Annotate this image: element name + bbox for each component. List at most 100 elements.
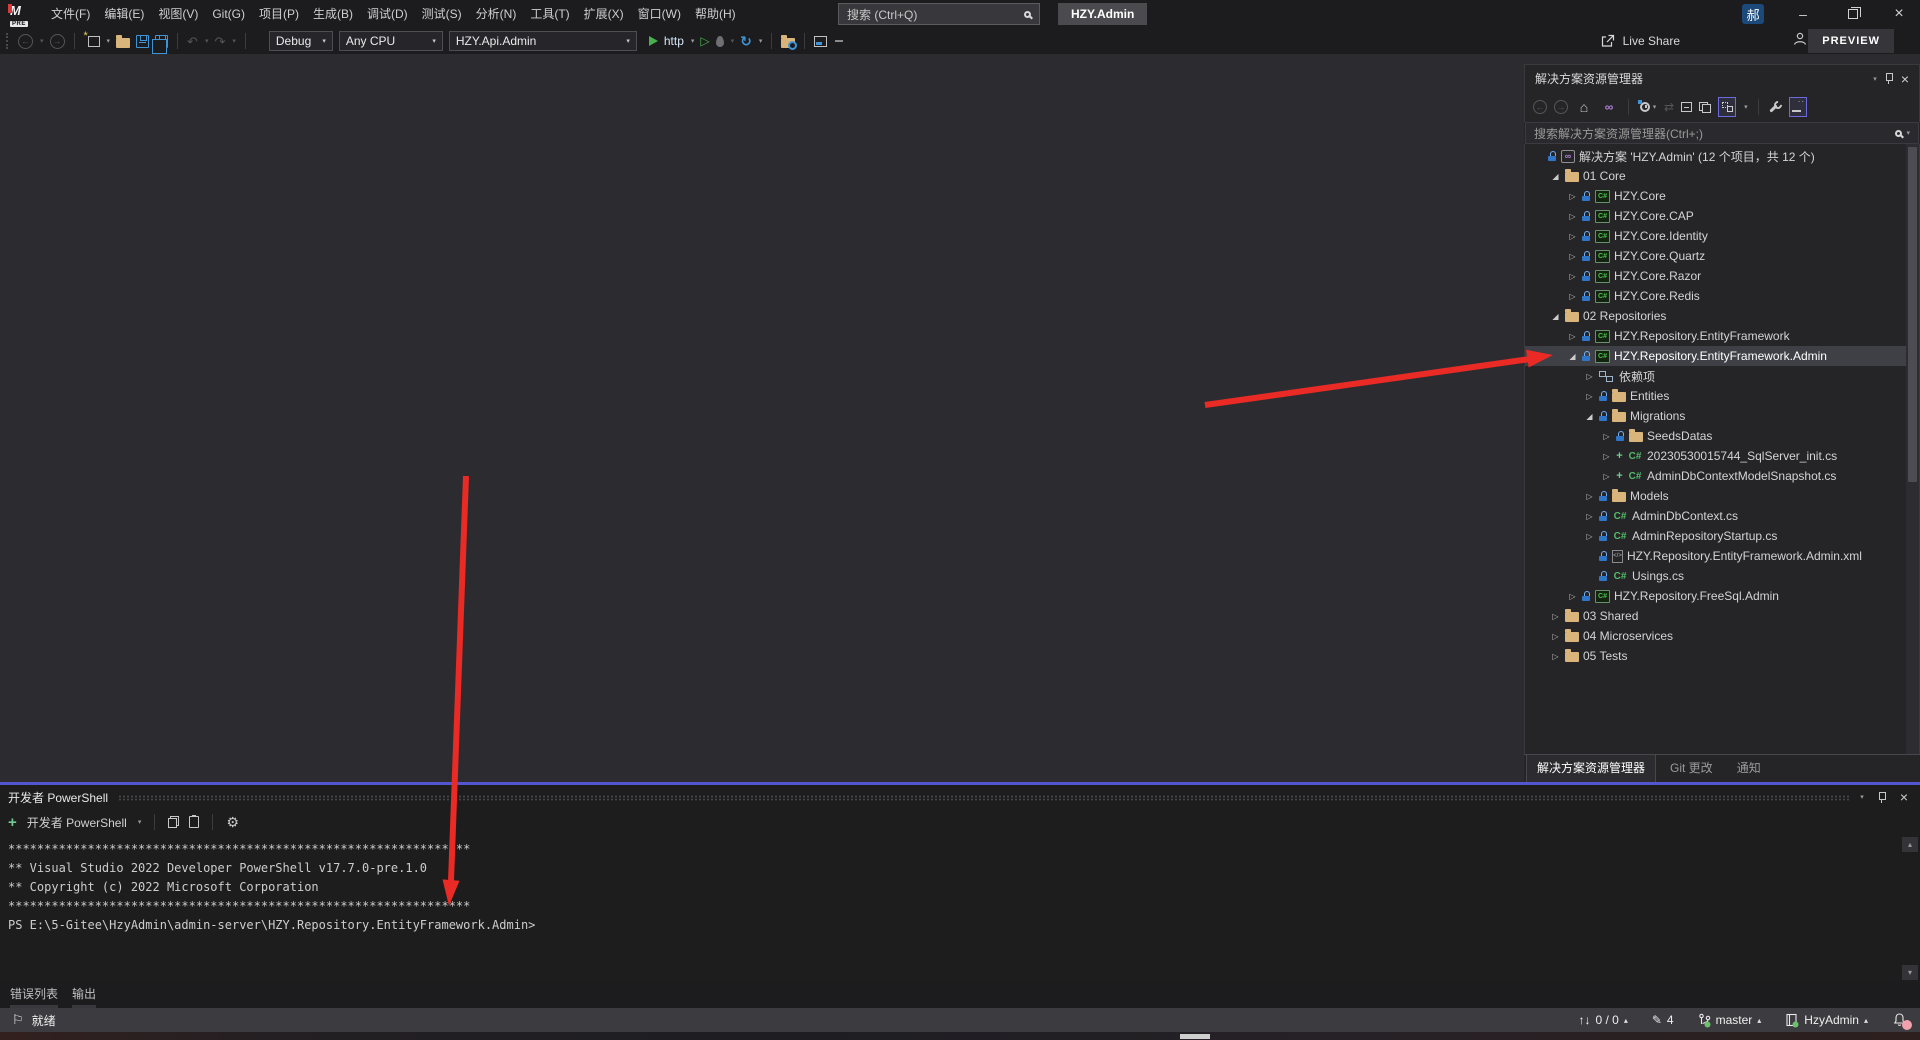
expanded-icon[interactable]: ◢ [1584, 412, 1595, 421]
preview-selected-items-button[interactable] [1789, 97, 1807, 117]
tree-item[interactable]: ▷C#HZY.Core [1525, 186, 1920, 206]
tree-item[interactable]: ▷C#HZY.Core.Identity [1525, 226, 1920, 246]
navigate-back-button[interactable]: ← [18, 34, 33, 49]
bottom-tab-0[interactable]: 错误列表 [10, 985, 58, 1008]
shell-selector-label[interactable]: 开发者 PowerShell [27, 814, 127, 831]
close-panel-icon[interactable]: × [1901, 71, 1909, 87]
collapsed-icon[interactable]: ▷ [1584, 532, 1595, 541]
visual-studio-logo-icon[interactable]: M PRE [10, 2, 36, 26]
tree-item[interactable]: ▷Entities [1525, 386, 1920, 406]
tree-item[interactable]: ▷C#HZY.Repository.FreeSql.Admin [1525, 586, 1920, 606]
tree-item[interactable]: C#Usings.cs [1525, 566, 1920, 586]
collapsed-icon[interactable]: ▷ [1584, 492, 1595, 501]
iis-express-icon[interactable] [814, 36, 827, 47]
pending-changes-filter-button[interactable]: ▾ [1639, 97, 1657, 117]
tree-item[interactable]: ▷+C#20230530015744_SqlServer_init.cs [1525, 446, 1920, 466]
terminal-output[interactable]: ****************************************… [0, 835, 1920, 935]
tree-item[interactable]: ▷04 Microservices [1525, 626, 1920, 646]
tree-scrollbar[interactable] [1906, 144, 1919, 754]
tree-item[interactable]: ▷C#HZY.Core.Redis [1525, 286, 1920, 306]
menu-item-2[interactable]: 视图(V) [151, 0, 205, 28]
git-repo-status[interactable]: HzyAdmin ▴ [1785, 1013, 1868, 1028]
tree-item[interactable]: ▷SeedsDatas [1525, 426, 1920, 446]
open-folder-button[interactable] [116, 38, 130, 48]
startup-project-dropdown[interactable]: HZY.Api.Admin▾ [449, 31, 637, 51]
tree-item[interactable]: ▷C#HZY.Core.Quartz [1525, 246, 1920, 266]
expanded-icon[interactable]: ◢ [1567, 352, 1578, 361]
panel-tab-2[interactable]: 通知 [1727, 755, 1771, 782]
platform-dropdown[interactable]: Any CPU▾ [339, 31, 443, 51]
git-sync-status[interactable]: ↑↓ 0 / 0 ▴ [1578, 1013, 1627, 1027]
tree-item[interactable]: ▷依赖项 [1525, 366, 1920, 386]
tree-item[interactable]: ▷C#AdminDbContext.cs [1525, 506, 1920, 526]
feedback-flag-icon[interactable]: ⚐ [12, 1012, 24, 1028]
show-all-files-dropdown-icon[interactable]: ▾ [1744, 103, 1748, 111]
collapsed-icon[interactable]: ▷ [1567, 252, 1578, 261]
run-profile-dropdown-icon[interactable]: ▾ [691, 37, 695, 45]
hot-reload-dropdown-icon[interactable]: ▾ [731, 37, 735, 45]
collapsed-icon[interactable]: ▷ [1584, 512, 1595, 521]
save-all-button[interactable] [155, 35, 168, 48]
terminal-tab-label[interactable]: 开发者 PowerShell [8, 789, 108, 806]
solution-explorer-header[interactable]: 解决方案资源管理器 ▾ × [1524, 64, 1920, 92]
collapsed-icon[interactable]: ▷ [1567, 592, 1578, 601]
solution-name-badge[interactable]: HZY.Admin [1058, 3, 1147, 25]
menu-item-8[interactable]: 分析(N) [469, 0, 524, 28]
undo-button[interactable]: ↶ [187, 35, 198, 48]
git-branch-status[interactable]: master ▴ [1698, 1013, 1762, 1028]
configuration-dropdown[interactable]: Debug▾ [269, 31, 333, 51]
menu-item-1[interactable]: 编辑(E) [97, 0, 151, 28]
scroll-down-icon[interactable]: ▾ [1902, 965, 1918, 980]
explorer-forward-button[interactable]: → [1554, 100, 1568, 114]
toolbar-grip[interactable] [6, 33, 10, 49]
collapse-all-icon[interactable] [1681, 102, 1692, 112]
new-project-dropdown-icon[interactable]: ▾ [107, 37, 111, 45]
live-share-button[interactable]: Live Share [1600, 28, 1680, 54]
tree-item[interactable]: ▷C#AdminRepositoryStartup.cs [1525, 526, 1920, 546]
tree-item[interactable]: ∞解决方案 'HZY.Admin' (12 个项目，共 12 个) [1525, 146, 1920, 166]
panel-tab-0[interactable]: 解决方案资源管理器 [1526, 754, 1656, 782]
pin-icon[interactable] [1885, 73, 1893, 84]
save-button[interactable] [136, 35, 149, 48]
window-position-dropdown-icon[interactable]: ▾ [1873, 75, 1877, 83]
expanded-icon[interactable]: ◢ [1550, 312, 1561, 321]
tree-item[interactable]: ◢C#HZY.Repository.EntityFramework.Admin [1525, 346, 1920, 366]
sync-with-active-document-icon[interactable]: ⇄ [1664, 100, 1674, 114]
paste-icon[interactable] [189, 816, 199, 828]
redo-dropdown-icon[interactable]: ▾ [232, 37, 236, 45]
collapsed-icon[interactable]: ▷ [1550, 612, 1561, 621]
collapsed-icon[interactable]: ▷ [1601, 472, 1612, 481]
collapsed-icon[interactable]: ▷ [1601, 432, 1612, 441]
tree-item[interactable]: ▷Models [1525, 486, 1920, 506]
hot-reload-icon[interactable] [716, 36, 724, 47]
tree-item[interactable]: ▷C#HZY.Core.Razor [1525, 266, 1920, 286]
collapsed-icon[interactable]: ▷ [1567, 212, 1578, 221]
explorer-back-button[interactable]: ← [1533, 100, 1547, 114]
menu-item-4[interactable]: 项目(P) [252, 0, 306, 28]
scroll-up-icon[interactable]: ▴ [1902, 837, 1918, 852]
minimize-button[interactable]: – [1786, 0, 1820, 28]
panel-tab-1[interactable]: Git 更改 [1660, 755, 1723, 782]
navigate-forward-button[interactable]: → [50, 34, 65, 49]
panel-drag-grip[interactable] [118, 795, 1849, 801]
tree-item[interactable]: ▷03 Shared [1525, 606, 1920, 626]
tree-item[interactable]: ▷+C#AdminDbContextModelSnapshot.cs [1525, 466, 1920, 486]
tree-item[interactable]: ◢02 Repositories [1525, 306, 1920, 326]
close-panel-icon[interactable]: × [1900, 789, 1908, 805]
shell-selector-dropdown-icon[interactable]: ▾ [138, 818, 142, 826]
bottom-tab-1[interactable]: 输出 [72, 985, 96, 1008]
collapsed-icon[interactable]: ▷ [1584, 392, 1595, 401]
scope-to-this-icon[interactable] [1699, 102, 1711, 113]
start-debugging-button[interactable] [649, 36, 658, 46]
pending-edits-status[interactable]: ✎ 4 [1652, 1013, 1674, 1027]
collapsed-icon[interactable]: ▷ [1550, 652, 1561, 661]
tree-item[interactable]: ▷C#HZY.Repository.EntityFramework [1525, 326, 1920, 346]
tree-item[interactable]: ◢Migrations [1525, 406, 1920, 426]
preview-feature-button[interactable]: PREVIEW [1808, 29, 1894, 53]
tree-item[interactable]: ◢01 Core [1525, 166, 1920, 186]
window-position-dropdown-icon[interactable]: ▾ [1860, 793, 1864, 801]
menu-item-5[interactable]: 生成(B) [306, 0, 360, 28]
terminal-scrollbar[interactable]: ▴ ▾ [1900, 835, 1920, 982]
tree-item[interactable]: </>HZY.Repository.EntityFramework.Admin.… [1525, 546, 1920, 566]
redo-button[interactable]: ↷ [214, 35, 225, 48]
